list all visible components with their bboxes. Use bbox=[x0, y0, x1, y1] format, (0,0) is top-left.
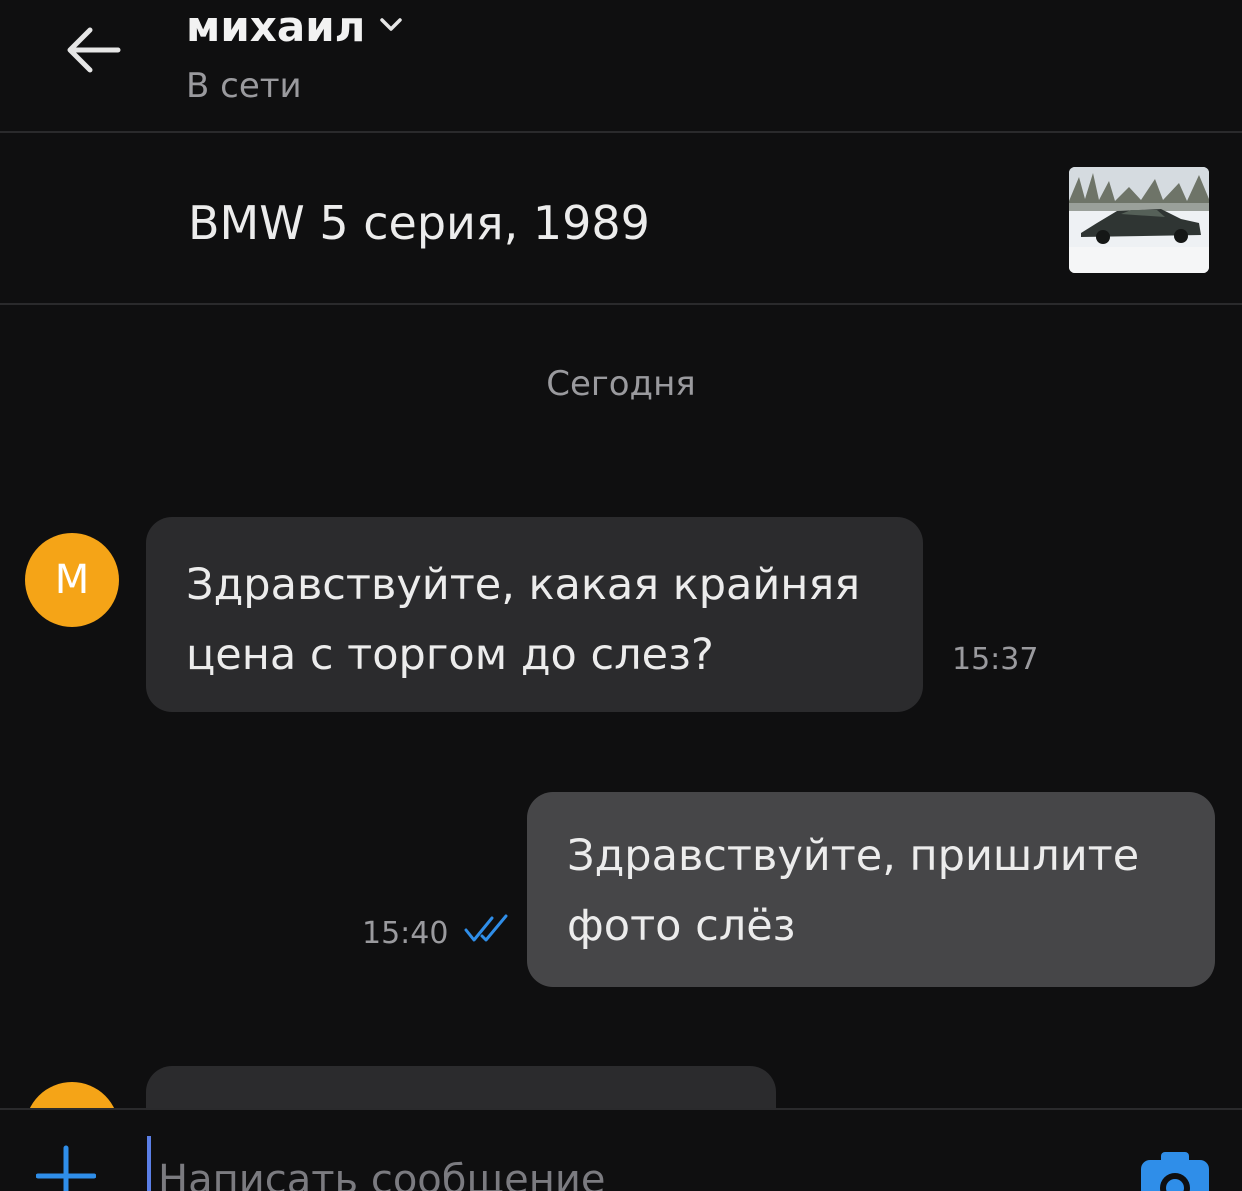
message-line: Здравствуйте, какая крайняя bbox=[186, 560, 861, 610]
avatar[interactable]: М bbox=[25, 533, 119, 627]
plus-icon[interactable] bbox=[36, 1144, 96, 1191]
message-input[interactable] bbox=[158, 1150, 1058, 1191]
chat-header: михаил В сети bbox=[0, 0, 1242, 133]
message-bubble-incoming[interactable]: Здравствуйте, какая крайняя цена с торго… bbox=[146, 517, 923, 712]
double-check-icon bbox=[464, 914, 508, 942]
contact-title[interactable]: михаил В сети bbox=[186, 0, 404, 106]
chat-screen: михаил В сети BMW 5 серия, 1989 Сегодня … bbox=[0, 0, 1242, 1191]
date-separator: Сегодня bbox=[546, 364, 696, 404]
contact-name[interactable]: михаил bbox=[186, 0, 365, 54]
message-bubble-outgoing[interactable]: Здравствуйте, пришлите фото слёз bbox=[527, 792, 1215, 987]
message-line: фото слёз bbox=[567, 901, 796, 951]
message-time: 15:40 bbox=[362, 916, 449, 951]
message-composer bbox=[0, 1108, 1242, 1191]
text-cursor bbox=[147, 1136, 151, 1191]
camera-icon[interactable] bbox=[1139, 1148, 1211, 1191]
listing-thumbnail[interactable] bbox=[1069, 167, 1209, 273]
arrow-left-icon bbox=[67, 27, 121, 73]
listing-title[interactable]: BMW 5 серия, 1989 bbox=[188, 195, 650, 251]
message-line: цена с торгом до слез? bbox=[186, 630, 714, 680]
online-status: В сети bbox=[186, 66, 302, 106]
message-time: 15:37 bbox=[952, 642, 1039, 677]
listing-card[interactable]: BMW 5 серия, 1989 bbox=[0, 135, 1242, 305]
back-button[interactable] bbox=[58, 20, 128, 80]
chevron-down-icon[interactable] bbox=[378, 16, 404, 34]
car-photo-image bbox=[1069, 167, 1209, 273]
message-line: Здравствуйте, пришлите bbox=[567, 831, 1140, 881]
